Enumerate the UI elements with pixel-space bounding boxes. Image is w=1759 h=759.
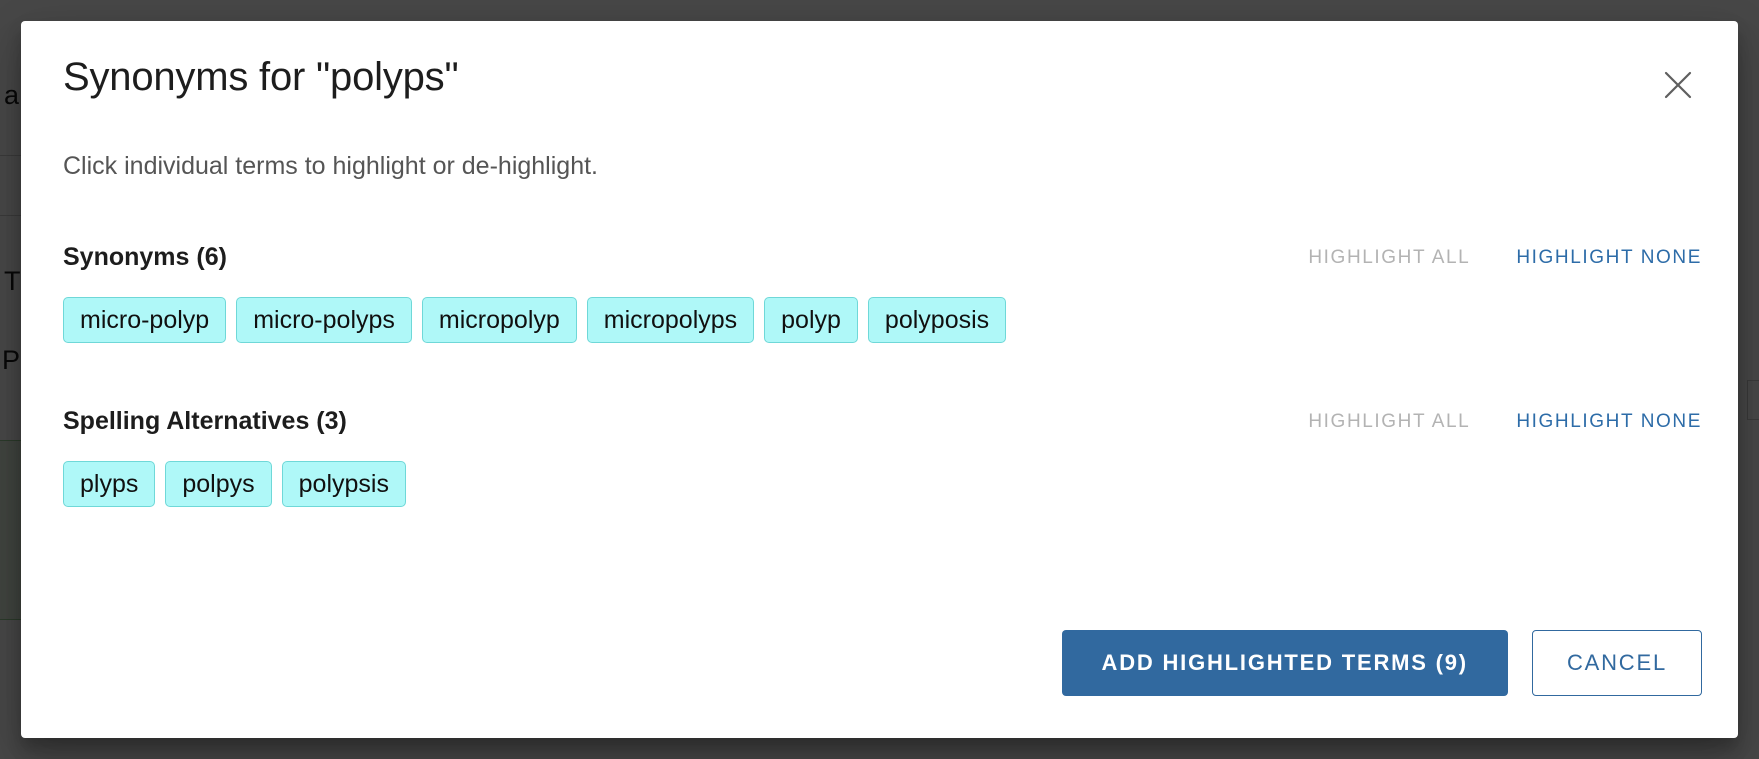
section-synonyms: Synonyms (6) HIGHLIGHT ALL HIGHLIGHT NON… xyxy=(21,243,1738,343)
term-chip[interactable]: polyp xyxy=(764,297,858,343)
term-chip[interactable]: micropolyp xyxy=(421,297,577,343)
synonyms-dialog: Synonyms for "polyps" Click individual t… xyxy=(21,21,1738,738)
section-header: Spelling Alternatives (3) HIGHLIGHT ALL … xyxy=(21,407,1738,449)
highlight-none-button[interactable]: HIGHLIGHT NONE xyxy=(1516,411,1702,433)
add-highlighted-terms-button[interactable]: ADD HIGHLIGHTED TERMS (9) xyxy=(1061,630,1508,696)
highlight-all-button[interactable]: HIGHLIGHT ALL xyxy=(1308,411,1470,433)
synonym-chip-list: micro-polyp micro-polyps micropolyp micropo… xyxy=(63,297,1702,343)
term-chip[interactable]: polyposis xyxy=(867,297,1007,343)
highlight-all-button[interactable]: HIGHLIGHT ALL xyxy=(1308,247,1470,269)
section-spelling-alternatives: Spelling Alternatives (3) HIGHLIGHT ALL … xyxy=(21,407,1738,507)
term-chip[interactable]: micro-polyps xyxy=(236,297,412,343)
spelling-chip-list: plyps polpys polypsis xyxy=(63,461,1702,507)
term-chip[interactable]: plyps xyxy=(63,461,156,507)
highlight-actions: HIGHLIGHT ALL HIGHLIGHT NONE xyxy=(1308,411,1702,433)
section-title: Spelling Alternatives (3) xyxy=(63,407,347,435)
dialog-subtitle: Click individual terms to highlight or d… xyxy=(63,152,598,180)
term-chip[interactable]: micro-polyp xyxy=(63,297,227,343)
term-chip[interactable]: micropolyps xyxy=(586,297,755,343)
term-chip[interactable]: polpys xyxy=(165,461,272,507)
cancel-button[interactable]: CANCEL xyxy=(1531,630,1702,696)
section-header: Synonyms (6) HIGHLIGHT ALL HIGHLIGHT NON… xyxy=(21,243,1738,285)
dialog-title: Synonyms for "polyps" xyxy=(63,55,459,99)
highlight-none-button[interactable]: HIGHLIGHT NONE xyxy=(1516,247,1702,269)
close-icon[interactable] xyxy=(1654,61,1702,109)
highlight-actions: HIGHLIGHT ALL HIGHLIGHT NONE xyxy=(1308,247,1702,269)
term-chip[interactable]: polypsis xyxy=(281,461,406,507)
close-icon-glyph xyxy=(1664,71,1692,99)
dialog-footer: ADD HIGHLIGHTED TERMS (9) CANCEL xyxy=(1061,630,1702,696)
section-title: Synonyms (6) xyxy=(63,243,227,271)
